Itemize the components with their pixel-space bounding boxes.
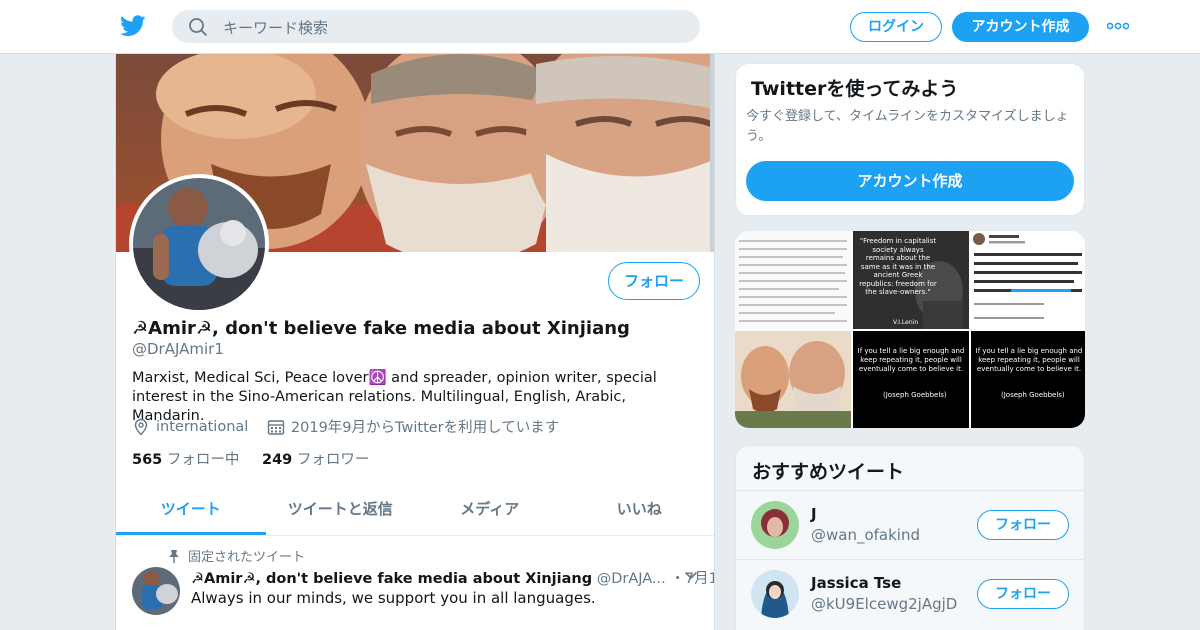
tab-media[interactable]: メディア <box>415 484 565 535</box>
profile-display-name: ☭Amir☭, don't believe fake media about X… <box>132 318 630 339</box>
signup-card-subtitle: 今すぐ登録して、タイムラインをカスタマイズしましょう。 <box>746 109 1069 144</box>
painting-thumbnail <box>735 331 851 428</box>
media-thumbnail-goebbels-quote-2[interactable]: If you tell a lie big enough and keep re… <box>971 331 1085 428</box>
following-stat[interactable]: 565 フォロー中 <box>132 452 239 468</box>
search-placeholder: キーワード検索 <box>223 19 329 37</box>
joined-text: 2019年9月からTwitterを利用しています <box>290 420 560 436</box>
recommended-user-handle[interactable]: @kU9Elcewg2jAgjD <box>811 595 957 613</box>
tweet-header: ☭Amir☭, don't believe fake media about X… <box>191 567 714 588</box>
recommended-user-name[interactable]: J <box>811 505 817 523</box>
profile-column: フォロー ☭Amir☭, don't believe fake media ab… <box>115 54 715 630</box>
media-thumbnail-painting[interactable] <box>735 331 851 428</box>
media-thumbnail-lenin-quote[interactable]: "Freedom in capitalist society always re… <box>853 231 969 329</box>
tweet-screenshot-lines <box>973 233 1082 319</box>
recommended-user[interactable]: J @wan_ofakind フォロー <box>736 490 1084 558</box>
followers-label: フォロワー <box>296 452 370 468</box>
rec-avatar-photo-1 <box>751 501 799 549</box>
tweet-text: Always in our minds, we support you in a… <box>191 589 596 607</box>
media-thumbnails-grid: "Freedom in capitalist society always re… <box>735 231 1085 428</box>
lenin-quote-attribution: V.I.Lenin <box>893 319 919 326</box>
recommended-title: おすすめツイート <box>752 461 905 483</box>
search-icon <box>189 18 207 36</box>
goebbels-quote-text: If you tell a lie big enough and keep re… <box>857 347 965 373</box>
tab-likes[interactable]: いいね <box>565 484 715 535</box>
top-navigation-bar: キーワード検索 ログイン アカウント作成 <box>0 0 1200 54</box>
signup-card-button[interactable]: アカウント作成 <box>746 161 1074 201</box>
chevron-down-icon[interactable] <box>684 570 698 580</box>
recommended-tweets-card: おすすめツイート J @wan_ofakind フォロー Jassica Tse… <box>735 445 1085 630</box>
profile-joined: 2019年9月からTwitterを利用しています <box>267 416 559 437</box>
search-field[interactable]: キーワード検索 <box>172 10 700 43</box>
goebbels-quote-attribution-2: (Joseph Goebbels) <box>1001 391 1065 399</box>
followers-stat[interactable]: 249 フォロワー <box>262 452 369 468</box>
rec-avatar-photo-2 <box>751 570 799 618</box>
following-label: フォロー中 <box>166 452 240 468</box>
profile-meta: international 2019年9月からTwitterを利用しています <box>132 416 573 440</box>
following-count: 565 <box>132 452 163 468</box>
login-button[interactable]: ログイン <box>850 12 942 42</box>
followers-count: 249 <box>262 452 293 468</box>
goebbels-quote-attribution: (Joseph Goebbels) <box>883 391 947 399</box>
location-text: international <box>156 418 249 435</box>
recommended-user[interactable]: Jassica Tse @kU9Elcewg2jAgjD フォロー <box>736 559 1084 627</box>
profile-tabs: ツイート ツイートと返信 メディア いいね <box>116 484 714 536</box>
location-pin-icon <box>134 418 148 435</box>
media-thumbnail-goebbels-quote-1[interactable]: If you tell a lie big enough and keep re… <box>853 331 969 428</box>
tweet-author-avatar[interactable] <box>132 567 180 615</box>
pinned-label-text: 固定されたツイート <box>188 550 306 565</box>
goebbels-quote-text-2: If you tell a lie big enough and keep re… <box>975 347 1083 373</box>
lenin-quote-text: "Freedom in capitalist society always re… <box>859 237 937 296</box>
twitter-bird-icon[interactable] <box>120 14 146 38</box>
recommended-follow-button[interactable]: フォロー <box>977 579 1069 609</box>
tweet-author-handle[interactable]: @DrAJA... <box>597 571 666 587</box>
signup-button[interactable]: アカウント作成 <box>952 12 1089 42</box>
profile-avatar[interactable] <box>129 174 269 314</box>
calendar-icon <box>267 419 285 435</box>
avatar-photo <box>133 178 265 310</box>
media-thumbnail-tweet-screenshot[interactable] <box>971 231 1085 329</box>
document-lines <box>739 240 847 322</box>
signup-card-title: Twitterを使ってみよう <box>751 78 959 100</box>
pinned-tweet-label: 固定されたツイート <box>168 546 305 565</box>
recommended-follow-button[interactable]: フォロー <box>977 510 1069 540</box>
tab-tweets-and-replies[interactable]: ツイートと返信 <box>266 484 416 535</box>
avatar[interactable] <box>751 570 799 618</box>
profile-location: international <box>132 418 248 436</box>
avatar[interactable] <box>751 501 799 549</box>
media-thumbnail-document[interactable] <box>735 231 851 329</box>
tweet-author-name[interactable]: ☭Amir☭, don't believe fake media about X… <box>191 571 592 587</box>
follow-button[interactable]: フォロー <box>608 262 700 300</box>
recommended-user-name[interactable]: Jassica Tse <box>811 574 901 592</box>
profile-handle[interactable]: @DrAJAmir1 <box>132 340 224 358</box>
tab-tweets[interactable]: ツイート <box>116 484 266 535</box>
profile-stats: 565 フォロー中 249 フォロワー <box>132 448 387 469</box>
tweet-avatar-photo <box>132 567 180 615</box>
signup-prompt-card: Twitterを使ってみよう 今すぐ登録して、タイムラインをカスタマイズしましょ… <box>735 63 1085 216</box>
more-options-icon[interactable] <box>1107 21 1129 31</box>
pin-icon <box>169 550 179 563</box>
recommended-user-handle[interactable]: @wan_ofakind <box>811 526 920 544</box>
